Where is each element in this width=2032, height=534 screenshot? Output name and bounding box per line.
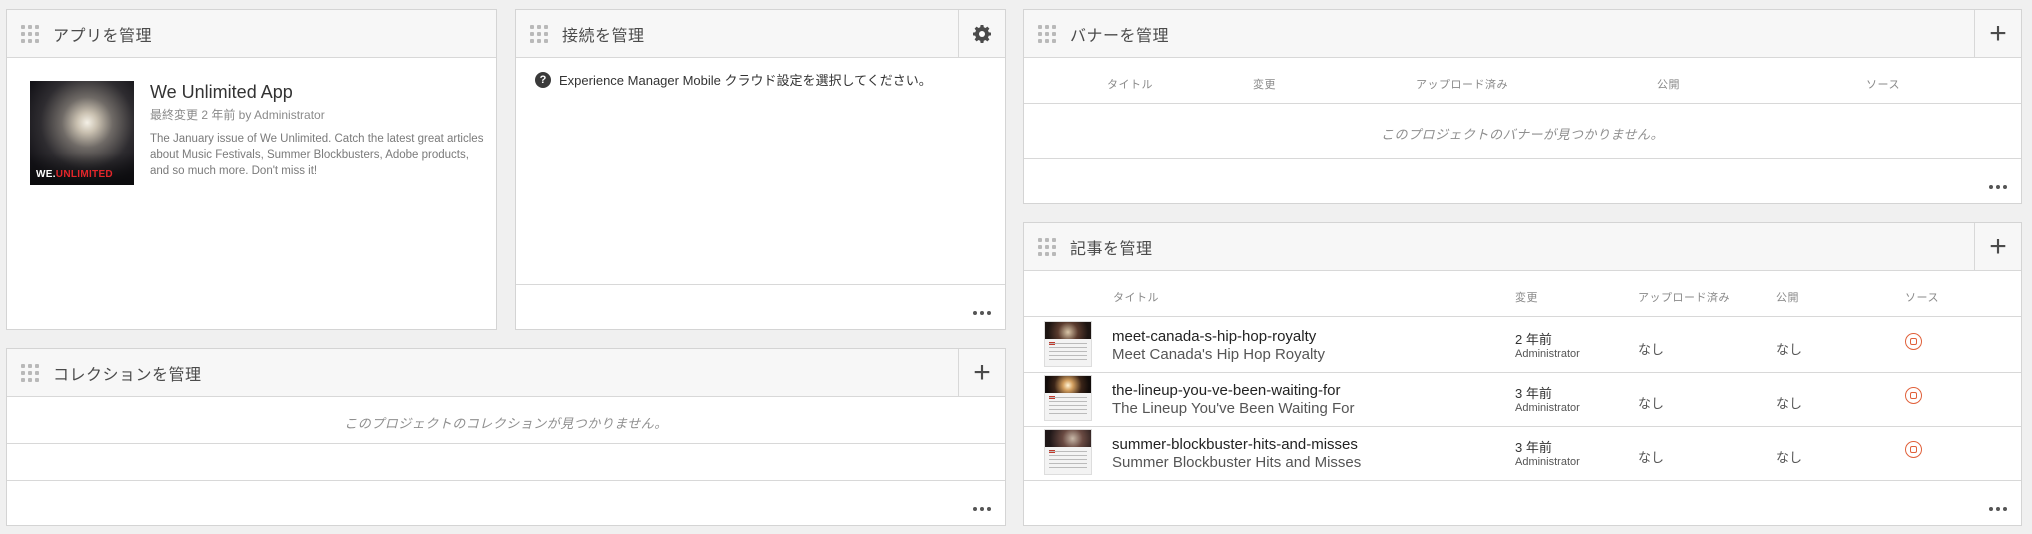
collections-card: コレクションを管理 + このプロジェクトのコレクションが見つかりません。	[6, 348, 1006, 526]
article-uploaded: なし	[1638, 396, 1665, 411]
connections-card: 接続を管理 ? Experience Manager Mobile クラウド設定…	[515, 9, 1006, 330]
banners-card-title: バナーを管理	[1070, 27, 1170, 45]
divider	[7, 443, 1005, 444]
column-header-uploaded[interactable]: アップロード済み	[1416, 76, 1508, 92]
connection-message-text: Experience Manager Mobile クラウド設定を選択してくださ…	[559, 73, 932, 88]
article-published: なし	[1776, 396, 1803, 411]
gear-icon	[973, 24, 991, 43]
banners-card: バナーを管理 + タイトル 変更 アップロード済み 公開 ソース このプロジェク…	[1023, 9, 2022, 204]
collections-card-title: コレクションを管理	[53, 366, 202, 384]
table-row[interactable]: meet-canada-s-hip-hop-royalty Meet Canad…	[1024, 319, 2021, 372]
article-name[interactable]: the-lineup-you-ve-been-waiting-for	[1112, 382, 1340, 399]
thumb-brand-unlimited: UNLIMITED	[55, 169, 113, 180]
app-thumbnail[interactable]: WE.UNLIMITED	[30, 81, 134, 185]
banners-empty-message: このプロジェクトのバナーが見つかりません。	[1380, 127, 1665, 142]
plus-icon: +	[1989, 16, 2007, 50]
banners-card-footer	[1024, 158, 2021, 203]
collections-card-footer	[7, 480, 1005, 525]
column-header-source[interactable]: ソース	[1905, 289, 1939, 305]
article-modified: 3 年前	[1515, 386, 1552, 401]
more-icon[interactable]	[973, 311, 991, 315]
app-description: The January issue of We Unlimited. Catch…	[150, 133, 484, 177]
add-banner-button[interactable]: +	[1974, 10, 2021, 57]
article-uploaded: なし	[1638, 450, 1665, 465]
articles-card-header: 記事を管理 +	[1024, 223, 2021, 271]
articles-card-title: 記事を管理	[1070, 240, 1153, 258]
article-name[interactable]: summer-blockbuster-hits-and-misses	[1112, 436, 1358, 453]
connections-card-header: 接続を管理	[516, 10, 1005, 58]
article-user: Administrator	[1515, 402, 1580, 414]
divider	[1024, 316, 2021, 317]
article-user: Administrator	[1515, 348, 1580, 360]
drag-handle-icon[interactable]	[1038, 237, 1056, 256]
article-title: The Lineup You've Been Waiting For	[1112, 400, 1355, 417]
article-modified: 3 年前	[1515, 440, 1552, 455]
drag-handle-icon[interactable]	[1038, 24, 1056, 43]
article-thumbnail	[1044, 321, 1092, 367]
apps-card: アプリを管理 WE.UNLIMITED We Unlimited App 最終変…	[6, 9, 497, 330]
column-header-published[interactable]: 公開	[1657, 76, 1680, 92]
column-header-title[interactable]: タイトル	[1107, 76, 1153, 92]
app-name[interactable]: We Unlimited App	[150, 82, 293, 103]
add-article-button[interactable]: +	[1974, 223, 2021, 270]
drag-handle-icon[interactable]	[530, 24, 548, 43]
more-icon[interactable]	[1989, 507, 2007, 511]
plus-icon: +	[973, 355, 991, 389]
article-uploaded: なし	[1638, 342, 1665, 357]
plus-icon: +	[1989, 229, 2007, 263]
article-thumbnail	[1044, 375, 1092, 421]
table-row[interactable]: the-lineup-you-ve-been-waiting-for The L…	[1024, 373, 2021, 426]
articles-card: 記事を管理 + タイトル 変更 アップロード済み 公開 ソース meet-can…	[1023, 222, 2022, 526]
connections-card-footer	[516, 284, 1005, 329]
drag-handle-icon[interactable]	[21, 363, 39, 382]
article-modified: 2 年前	[1515, 332, 1552, 347]
article-name[interactable]: meet-canada-s-hip-hop-royalty	[1112, 328, 1316, 345]
drag-handle-icon[interactable]	[21, 24, 39, 43]
more-icon[interactable]	[973, 507, 991, 511]
settings-button[interactable]	[958, 10, 1005, 57]
connection-message: ? Experience Manager Mobile クラウド設定を選択してく…	[535, 70, 932, 89]
divider	[1024, 103, 2021, 104]
column-header-title[interactable]: タイトル	[1113, 289, 1159, 305]
article-published: なし	[1776, 450, 1803, 465]
article-published: なし	[1776, 342, 1803, 357]
article-title: Summer Blockbuster Hits and Misses	[1112, 454, 1362, 471]
source-icon[interactable]	[1905, 441, 1922, 458]
collections-empty-message: このプロジェクトのコレクションが見つかりません。	[344, 416, 668, 431]
apps-card-title: アプリを管理	[53, 27, 153, 45]
table-row[interactable]: summer-blockbuster-hits-and-misses Summe…	[1024, 427, 2021, 480]
articles-card-footer	[1024, 481, 2021, 525]
article-thumbnail	[1044, 429, 1092, 475]
apps-card-header: アプリを管理	[7, 10, 496, 58]
connections-card-title: 接続を管理	[562, 27, 645, 45]
column-header-modified[interactable]: 変更	[1253, 76, 1276, 92]
collections-card-header: コレクションを管理 +	[7, 349, 1005, 397]
column-header-published[interactable]: 公開	[1776, 289, 1799, 305]
column-header-uploaded[interactable]: アップロード済み	[1638, 289, 1730, 305]
banners-card-header: バナーを管理 +	[1024, 10, 2021, 58]
column-header-modified[interactable]: 変更	[1515, 289, 1538, 305]
more-icon[interactable]	[1989, 185, 2007, 189]
add-collection-button[interactable]: +	[958, 349, 1005, 396]
thumb-brand-we: WE.	[36, 169, 56, 180]
question-circle-icon: ?	[535, 71, 551, 88]
app-meta: 最終変更 2 年前 by Administrator	[150, 108, 325, 122]
source-icon[interactable]	[1905, 387, 1922, 404]
article-user: Administrator	[1515, 456, 1580, 468]
column-header-source[interactable]: ソース	[1866, 76, 1900, 92]
article-title: Meet Canada's Hip Hop Royalty	[1112, 346, 1325, 363]
source-icon[interactable]	[1905, 333, 1922, 350]
